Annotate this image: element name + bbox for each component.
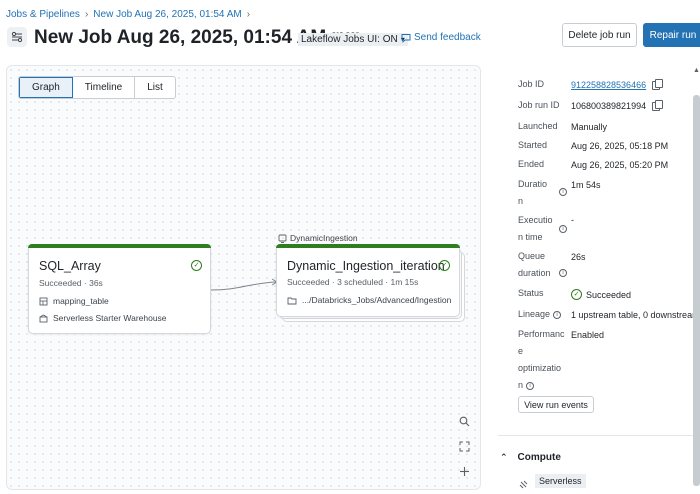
performance-label-line: Performanc xyxy=(518,329,565,339)
run-id-row: 106800389821994 xyxy=(571,100,664,112)
copy-icon[interactable] xyxy=(652,100,664,112)
task-title: Dynamic_Ingestion_iteration xyxy=(287,259,445,273)
chat-bubble-icon xyxy=(401,33,411,43)
duration-value: 1m 54s xyxy=(571,180,601,190)
task-connector xyxy=(210,278,278,291)
ended-value: Aug 26, 2025, 05:20 PM xyxy=(571,160,669,170)
run-id-label: Job run ID xyxy=(518,100,560,110)
performance-label-line: ni xyxy=(518,377,565,394)
duration-label-text: n xyxy=(518,196,524,206)
lineage-label-text: Lineage xyxy=(518,309,551,319)
job-id-label: Job ID xyxy=(518,79,545,89)
queue-duration-label-line: duration xyxy=(518,268,551,278)
task-meta-row: Serverless Starter Warehouse xyxy=(39,313,167,323)
ui-toggle-select[interactable]: Lakeflow Jobs UI: ON ▾ xyxy=(298,33,408,46)
duration-label-line: n xyxy=(518,193,547,210)
status-value-row: ✓ Succeeded xyxy=(571,289,631,300)
tab-timeline[interactable]: Timeline xyxy=(73,77,136,98)
lineage-label: Lineage i xyxy=(518,306,562,323)
for-each-group-label: DynamicIngestion xyxy=(278,233,358,243)
task-card-sql-array[interactable]: SQL_Array ✓ Succeeded · 36s mapping_tabl… xyxy=(28,244,211,334)
breadcrumb-separator: › xyxy=(246,9,251,20)
repair-run-button[interactable]: Repair run xyxy=(643,23,700,47)
for-each-group-name: DynamicIngestion xyxy=(290,233,358,243)
section-divider xyxy=(498,435,700,436)
check-circle-icon: ✓ xyxy=(191,260,202,271)
execution-time-value: - xyxy=(571,215,574,225)
performance-label-text: n xyxy=(518,380,524,390)
task-status: Succeeded · 3 scheduled · 1m 15s xyxy=(287,277,419,287)
check-circle-icon: ✓ xyxy=(439,260,450,271)
task-card-dynamic-ingestion[interactable]: Dynamic_Ingestion_iteration ✓ Succeeded … xyxy=(276,244,460,317)
workflow-icon xyxy=(11,31,23,43)
execution-time-label: Executio n time xyxy=(518,212,553,246)
zoom-in-icon[interactable] xyxy=(455,462,473,480)
send-feedback-label: Send feedback xyxy=(414,32,481,43)
breadcrumb: Jobs & Pipelines › New Job Aug 26, 2025, 0… xyxy=(6,9,255,20)
tab-list[interactable]: List xyxy=(135,77,175,98)
queue-duration-value: 26s xyxy=(571,252,586,262)
info-icon[interactable]: i xyxy=(526,381,535,390)
status-value: Succeeded xyxy=(586,289,632,300)
status-label: Status xyxy=(518,288,544,298)
scroll-up-arrow[interactable]: ▲ xyxy=(693,67,700,74)
performance-optimization-value: Enabled xyxy=(571,330,605,340)
task-meta-row: .../Databricks_Jobs/Advanced/Ingestion xyxy=(287,295,451,305)
task-title: SQL_Array xyxy=(39,259,101,273)
task-status-bar xyxy=(28,244,211,248)
check-circle-icon: ✓ xyxy=(571,289,582,300)
breadcrumb-jobs-link[interactable]: Jobs & Pipelines xyxy=(6,9,80,20)
job-icon xyxy=(7,27,27,47)
loop-icon xyxy=(278,234,287,243)
compute-heading: Compute xyxy=(517,452,561,463)
performance-label-line: e xyxy=(518,346,524,356)
queue-duration-label: Queue duration xyxy=(518,248,551,282)
info-icon[interactable]: i xyxy=(559,225,567,233)
job-id-link[interactable]: 912258828536466 xyxy=(571,80,646,90)
task-status-bar xyxy=(276,244,460,248)
tab-graph[interactable]: Graph xyxy=(19,77,73,98)
duration-label: Duratio n xyxy=(518,176,547,210)
task-warehouse-name: Serverless Starter Warehouse xyxy=(53,313,167,323)
info-icon[interactable]: i xyxy=(559,188,567,196)
run-id-value: 106800389821994 xyxy=(571,101,647,111)
duration-label-line: Duratio xyxy=(518,179,548,189)
send-feedback-link[interactable]: Send feedback xyxy=(401,32,481,43)
started-value: Aug 26, 2025, 05:18 PM xyxy=(571,141,669,151)
table-icon xyxy=(39,297,48,305)
job-id-row: 912258828536466 xyxy=(571,79,664,91)
info-icon[interactable]: i xyxy=(559,269,567,277)
info-icon[interactable]: i xyxy=(553,310,562,319)
chevron-up-icon: ⌃ xyxy=(500,452,508,462)
breadcrumb-job-link[interactable]: New Job Aug 26, 2025, 01:54 AM xyxy=(93,9,241,20)
delete-job-run-button[interactable]: Delete job run xyxy=(562,23,637,47)
breadcrumb-separator: › xyxy=(84,9,89,20)
queue-duration-label-line: Queue xyxy=(518,251,546,261)
task-table-name: mapping_table xyxy=(53,296,109,306)
folder-icon xyxy=(287,297,297,304)
warehouse-icon xyxy=(39,313,48,322)
launched-value: Manually xyxy=(571,122,608,132)
lineage-link[interactable]: 1 upstream table, 0 downstream xyxy=(571,310,700,320)
performance-optimization-label: Performanc e optimizatio ni xyxy=(518,326,565,394)
serverless-icon xyxy=(519,476,528,494)
view-run-events-button[interactable]: View run events xyxy=(518,396,594,413)
launched-label: Launched xyxy=(518,121,558,131)
execution-time-label-line: n time xyxy=(518,232,543,242)
task-notebook-path: .../Databricks_Jobs/Advanced/Ingestion xyxy=(302,295,452,305)
panel-scrollbar[interactable] xyxy=(693,95,700,486)
task-status: Succeeded · 36s xyxy=(39,278,103,288)
execution-time-label-line: Executio xyxy=(518,215,553,225)
view-tabs: Graph Timeline List xyxy=(18,76,176,99)
copy-icon[interactable] xyxy=(652,79,664,91)
search-icon[interactable] xyxy=(455,412,473,430)
task-meta-row: mapping_table xyxy=(39,296,109,306)
compute-section-header[interactable]: ⌃ Compute xyxy=(500,452,561,463)
fit-view-icon[interactable] xyxy=(455,437,473,455)
performance-label-line: optimizatio xyxy=(518,363,562,373)
started-label: Started xyxy=(518,140,548,150)
ended-label: Ended xyxy=(518,159,545,169)
ui-toggle-label: Lakeflow Jobs UI: ON xyxy=(301,34,398,45)
